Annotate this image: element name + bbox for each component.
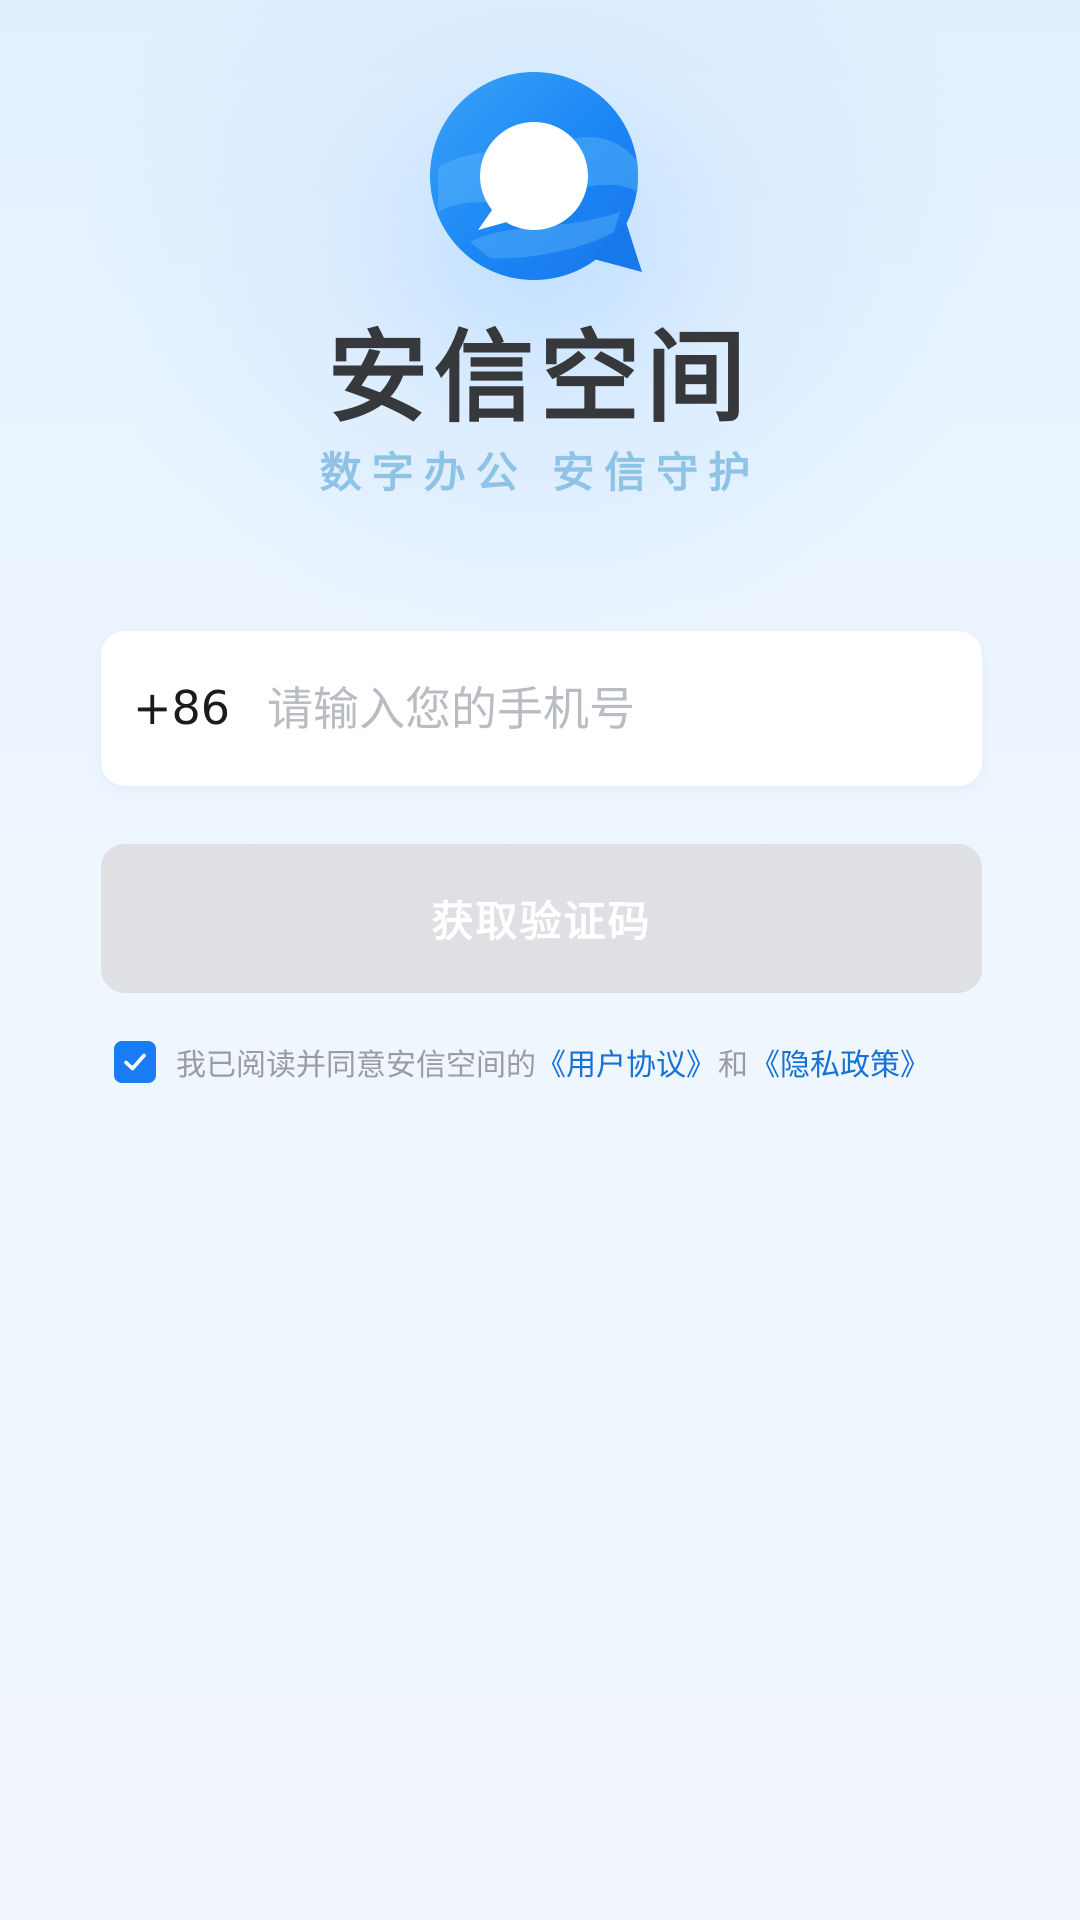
agreement-and-text: 和 bbox=[718, 1048, 748, 1083]
checkmark-icon bbox=[124, 1053, 146, 1071]
agreement-text: 我已阅读并同意安信空间的 bbox=[176, 1048, 536, 1083]
app-name: 安信空间 bbox=[328, 319, 752, 436]
app-logo-icon bbox=[430, 72, 642, 280]
country-code[interactable]: +86 bbox=[133, 631, 230, 786]
app-slogan: 数字办公 安信守护 bbox=[319, 448, 761, 497]
get-code-button[interactable]: 获取验证码 bbox=[101, 844, 982, 993]
privacy-policy-link[interactable]: 《隐私政策》 bbox=[750, 1040, 930, 1084]
user-agreement-link[interactable]: 《用户协议》 bbox=[536, 1040, 716, 1084]
phone-field[interactable]: +86 bbox=[101, 631, 982, 786]
agreement-row: 我已阅读并同意安信空间的 《用户协议》 和 《隐私政策》 bbox=[114, 1040, 930, 1084]
phone-input[interactable] bbox=[267, 631, 947, 786]
agreement-checkbox[interactable] bbox=[114, 1041, 156, 1083]
